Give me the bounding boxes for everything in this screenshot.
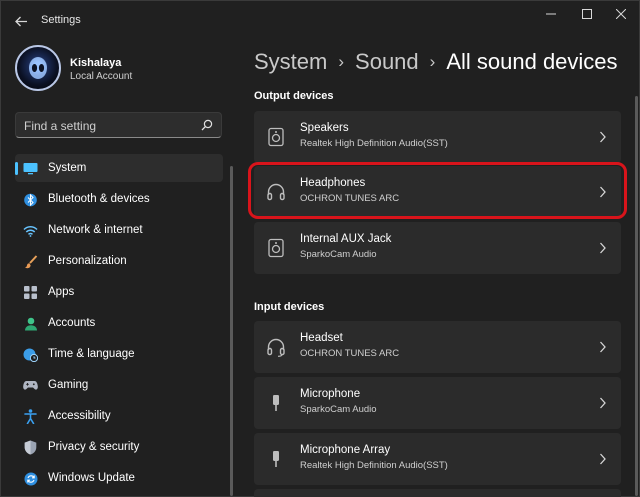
device-detail: SparkoCam Audio <box>300 249 377 260</box>
device-card-speakers[interactable]: Speakers Realtek High Definition Audio(S… <box>254 111 621 163</box>
sidebar-item-label: Accounts <box>48 317 96 329</box>
sidebar-item-label: Network & internet <box>48 224 143 236</box>
sidebar-item-personalization[interactable]: Personalization <box>15 247 223 275</box>
settings-window: Settings Kishalaya Local Account Find a … <box>0 0 640 497</box>
breadcrumb-separator: › <box>338 52 345 71</box>
sidebar-item-label: Accessibility <box>48 410 111 422</box>
chevron-right-icon <box>600 341 606 353</box>
sidebar-item-system[interactable]: System <box>15 154 223 182</box>
accessibility-icon <box>23 409 38 424</box>
maximize-button[interactable] <box>573 5 601 23</box>
device-name: Internal AUX Jack <box>300 233 392 245</box>
device-name: Microphone Array <box>300 444 391 456</box>
device-card-headset[interactable]: Headset OCHRON TUNES ARC <box>254 321 621 373</box>
device-detail: SparkoCam Audio <box>300 404 377 415</box>
sidebar-scrollbar[interactable] <box>230 166 233 496</box>
device-card-internal-aux-jack[interactable]: Internal AUX Jack SparkoCam Audio <box>254 222 621 274</box>
sidebar-item-gaming[interactable]: Gaming <box>15 371 223 399</box>
avatar[interactable] <box>15 45 61 91</box>
globe-clock-icon <box>23 347 38 362</box>
highlight-annotation <box>248 162 627 219</box>
speaker-icon <box>268 127 284 147</box>
device-detail: Realtek High Definition Audio(SST) <box>300 138 448 149</box>
sidebar-item-time-language[interactable]: Time & language <box>15 340 223 368</box>
chevron-right-icon <box>600 131 606 143</box>
chevron-right-icon <box>600 453 606 465</box>
sidebar-item-privacy-security[interactable]: Privacy & security <box>15 433 223 461</box>
person-icon <box>23 316 38 331</box>
minimize-icon <box>546 13 556 15</box>
maximize-icon <box>582 9 592 19</box>
update-icon <box>23 471 38 486</box>
speaker-icon <box>268 238 284 258</box>
device-name: Speakers <box>300 122 349 134</box>
sidebar-item-accessibility[interactable]: Accessibility <box>15 402 223 430</box>
title-bar: Settings <box>1 1 640 39</box>
sidebar-item-label: Bluetooth & devices <box>48 193 150 205</box>
arrow-left-icon <box>14 16 27 26</box>
minimize-button[interactable] <box>537 5 565 23</box>
shield-icon <box>23 440 38 455</box>
sidebar-item-network[interactable]: Network & internet <box>15 216 223 244</box>
microphone-icon <box>273 451 279 467</box>
page-title: All sound devices <box>446 49 618 74</box>
sidebar-nav: System Bluetooth & devices Network & int… <box>15 154 223 495</box>
headset-icon <box>267 338 285 357</box>
breadcrumb-separator: › <box>429 52 436 71</box>
chevron-right-icon <box>600 242 606 254</box>
app-title: Settings <box>41 14 81 26</box>
device-card-microphone-array[interactable]: Microphone Array Realtek High Definition… <box>254 433 621 485</box>
sidebar-item-label: Time & language <box>48 348 135 360</box>
device-card-microphone[interactable]: Microphone SparkoCam Audio <box>254 377 621 429</box>
device-name: Microphone <box>300 388 361 400</box>
device-card-partial[interactable] <box>254 489 621 497</box>
sidebar-item-label: Windows Update <box>48 472 135 484</box>
bluetooth-icon <box>23 192 38 207</box>
search-input[interactable] <box>24 118 199 133</box>
close-button[interactable] <box>607 5 635 23</box>
sidebar-item-label: Personalization <box>48 255 127 267</box>
input-devices-heading: Input devices <box>254 301 325 313</box>
gamepad-icon <box>23 378 38 393</box>
search-box[interactable] <box>15 112 222 138</box>
alien-avatar-icon <box>29 57 47 79</box>
device-detail: Realtek High Definition Audio(SST) <box>300 460 448 471</box>
main-scrollbar[interactable] <box>635 96 638 496</box>
device-name: Headset <box>300 332 343 344</box>
sidebar-item-label: Apps <box>48 286 75 298</box>
output-devices-heading: Output devices <box>254 90 334 102</box>
account-type: Local Account <box>70 71 133 82</box>
breadcrumb-system[interactable]: System <box>254 49 327 75</box>
sidebar-item-label: Privacy & security <box>48 441 140 453</box>
microphone-icon <box>273 395 279 411</box>
chevron-right-icon <box>600 397 606 409</box>
search-icon[interactable] <box>201 119 213 131</box>
device-detail: OCHRON TUNES ARC <box>300 348 400 359</box>
sidebar-item-apps[interactable]: Apps <box>15 278 223 306</box>
sidebar-item-label: Gaming <box>48 379 89 391</box>
monitor-icon <box>23 161 38 176</box>
sidebar-item-windows-update[interactable]: Windows Update <box>15 464 223 492</box>
paintbrush-icon <box>23 254 38 269</box>
sidebar-item-accounts[interactable]: Accounts <box>15 309 223 337</box>
breadcrumb-sound[interactable]: Sound <box>355 49 419 75</box>
wifi-icon <box>23 223 38 238</box>
breadcrumb: System › Sound › All sound devices <box>254 45 618 79</box>
sidebar-item-label: System <box>48 162 87 174</box>
sidebar-item-bluetooth[interactable]: Bluetooth & devices <box>15 185 223 213</box>
user-name: Kishalaya <box>70 57 122 69</box>
back-button[interactable] <box>11 11 31 31</box>
apps-grid-icon <box>23 285 38 300</box>
close-icon <box>616 9 626 19</box>
